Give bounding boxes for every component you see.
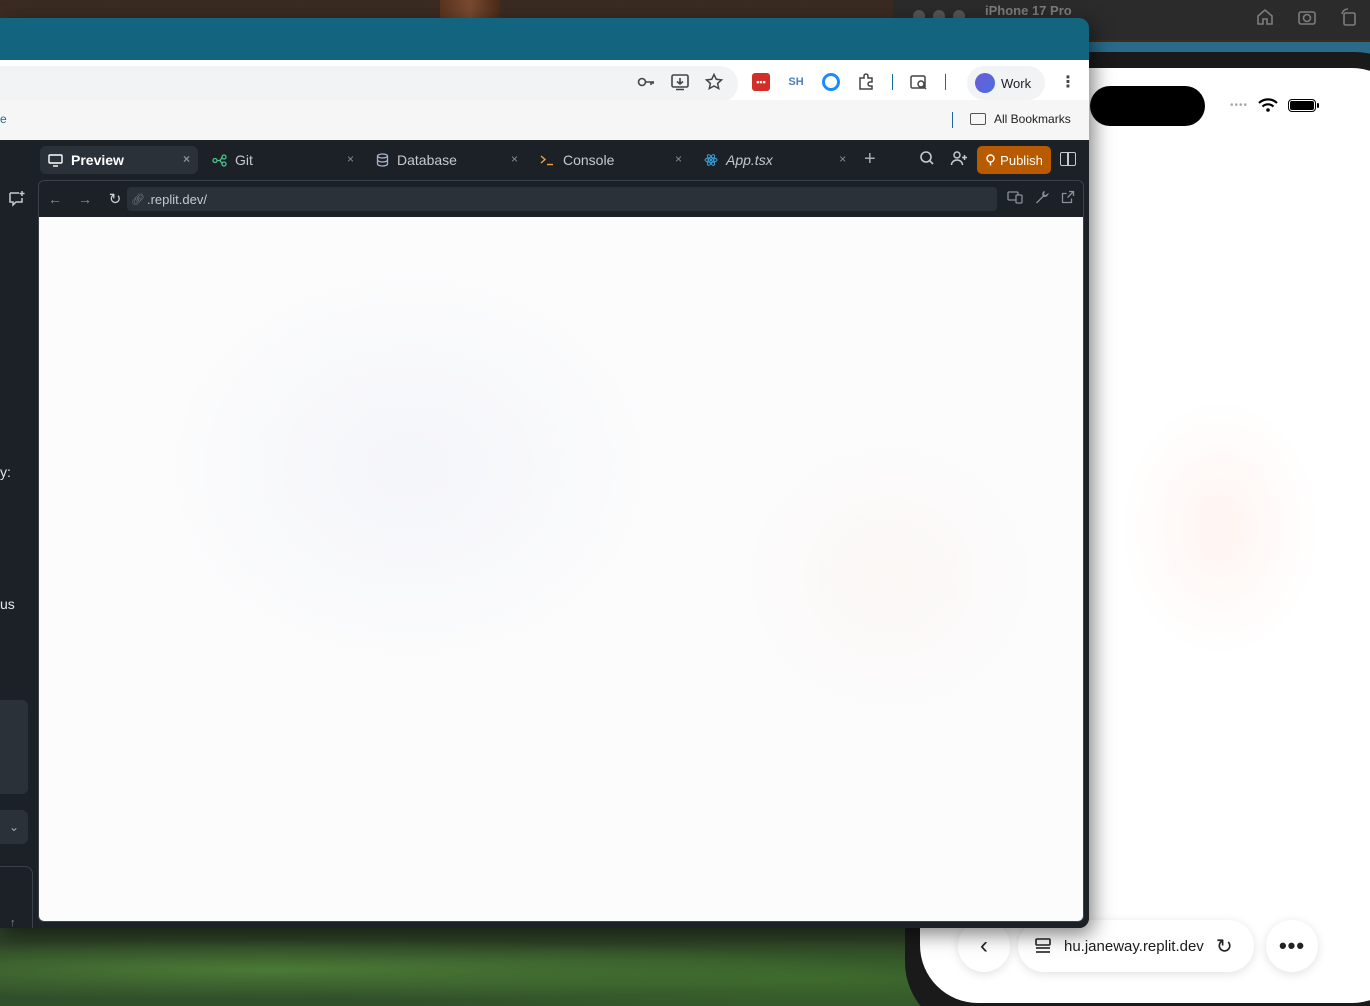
dynamic-island [1090, 86, 1205, 126]
tab-overview-icon[interactable] [1034, 937, 1052, 955]
browser-window: ••• SH Work ⋮ e All Bookmarks Preview × [0, 18, 1089, 928]
device-toggle-icon[interactable] [1007, 190, 1023, 204]
rotate-icon[interactable] [1338, 6, 1360, 28]
tab-database[interactable]: Database × [368, 146, 526, 174]
browser-titlebar [0, 18, 1089, 60]
more-button[interactable]: ••• [1266, 920, 1318, 972]
profile-button[interactable]: Work [967, 66, 1045, 100]
install-app-icon[interactable] [670, 72, 690, 92]
lastpass-extension-icon[interactable]: ••• [752, 73, 770, 91]
agent-input-box[interactable]: ↑ [0, 866, 33, 928]
publish-label: Publish [1000, 152, 1043, 168]
background-gradient [729, 427, 1049, 727]
address-bar[interactable] [0, 66, 738, 102]
all-bookmarks-button[interactable]: All Bookmarks [970, 112, 1071, 126]
close-tab-icon[interactable]: × [183, 152, 190, 166]
simulator-title: iPhone 17 Pro [985, 3, 1072, 18]
open-external-icon[interactable] [1061, 190, 1075, 204]
close-tab-icon[interactable]: × [675, 152, 682, 166]
agent-message-card [0, 700, 28, 794]
monitor-icon [48, 153, 63, 167]
toolbar-divider [945, 74, 946, 90]
all-bookmarks-label: All Bookmarks [994, 112, 1071, 126]
extensions-puzzle-icon[interactable] [856, 72, 876, 92]
react-icon [704, 154, 718, 166]
database-icon [376, 153, 389, 167]
chrome-menu-icon[interactable]: ⋮ [1060, 72, 1076, 92]
add-tab-button[interactable]: + [864, 148, 876, 171]
preview-pane: ← → ↻ 🔗︎ .replit.dev/ [38, 180, 1084, 922]
toolbar-divider [892, 74, 893, 90]
status-bar: •••• [1230, 98, 1320, 112]
tab-console[interactable]: Console × [532, 146, 690, 174]
tab-app-tsx[interactable]: App.tsx × [696, 146, 854, 174]
preview-url-input[interactable]: 🔗︎ .replit.dev/ [127, 187, 997, 211]
tab-git[interactable]: Git × [204, 146, 362, 174]
password-key-icon[interactable] [636, 72, 656, 92]
profile-avatar [975, 73, 995, 93]
agent-text-fragment: us [0, 596, 15, 612]
tab-search-icon[interactable] [909, 72, 929, 92]
devtools-wrench-icon[interactable] [1035, 190, 1049, 204]
home-icon[interactable] [1254, 6, 1276, 28]
tab-label: Git [235, 152, 253, 168]
bookmark-item-fragment[interactable]: e [0, 112, 7, 126]
agent-panel-edge: y: us ⌄ ↑ [0, 180, 36, 928]
reload-icon[interactable]: ↻ [107, 190, 123, 208]
publish-button[interactable]: Publish [977, 146, 1051, 174]
tab-label: Database [397, 152, 457, 168]
cellular-dots-icon: •••• [1230, 99, 1249, 111]
page-glow [1120, 398, 1320, 658]
back-arrow-icon[interactable]: ← [47, 191, 63, 207]
close-tab-icon[interactable]: × [511, 152, 518, 166]
preview-navbar: ← → ↻ 🔗︎ .replit.dev/ [39, 181, 1083, 217]
pane-tab-bar: Preview × Git × Database × Console × App… [0, 140, 1089, 180]
tree-trunk [440, 0, 500, 20]
bookmarks-divider [952, 112, 953, 128]
bookmark-star-icon[interactable] [704, 72, 724, 92]
bookmarks-bar: e All Bookmarks [0, 100, 1089, 140]
battery-icon [1288, 98, 1320, 112]
background-gradient [149, 257, 669, 677]
c-extension-icon[interactable] [822, 73, 840, 91]
replit-workspace: Preview × Git × Database × Console × App… [0, 140, 1089, 928]
terminal-icon [540, 155, 553, 166]
invite-user-icon[interactable] [950, 149, 968, 167]
tab-preview[interactable]: Preview × [40, 146, 198, 174]
tab-label: Preview [71, 152, 124, 168]
wifi-icon [1258, 98, 1278, 112]
tab-label: App.tsx [726, 152, 773, 168]
close-tab-icon[interactable]: × [839, 152, 846, 166]
safari-url-text: hu.janeway.replit.dev [1064, 937, 1204, 955]
preview-url-text: .replit.dev/ [146, 191, 207, 207]
profile-name: Work [1001, 75, 1032, 91]
folder-icon [970, 113, 986, 125]
forward-arrow-icon[interactable]: → [77, 191, 93, 207]
search-icon[interactable] [918, 149, 936, 167]
chevron-down-icon[interactable]: ⌄ [0, 810, 28, 844]
send-arrow-icon[interactable]: ↑ [10, 917, 16, 928]
agent-text-fragment: y: [0, 464, 11, 480]
tab-label: Console [563, 152, 615, 168]
git-branch-icon [212, 153, 227, 167]
publish-icon [986, 154, 995, 166]
new-chat-icon[interactable] [8, 190, 26, 208]
screenshot-icon[interactable] [1296, 6, 1318, 28]
preview-viewport[interactable] [39, 217, 1083, 921]
sh-extension-icon[interactable]: SH [786, 76, 806, 88]
split-panel-icon[interactable] [1060, 152, 1076, 166]
link-icon: 🔗︎ [131, 193, 145, 206]
close-tab-icon[interactable]: × [347, 152, 354, 166]
reload-icon[interactable]: ↻ [1216, 934, 1233, 959]
